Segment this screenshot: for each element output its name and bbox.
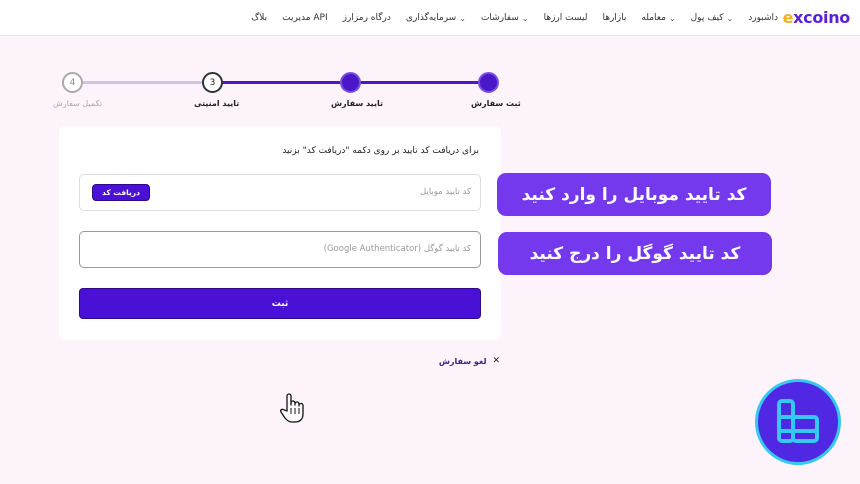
step-circle-complete-order: 4 [62, 72, 83, 93]
mobile-code-placeholder: کد تایید موبایل [420, 187, 471, 197]
mobile-code-field[interactable]: کد تایید موبایل دریافت کد [79, 174, 481, 211]
nav-item-label: بلاگ [251, 13, 268, 23]
step-circle-confirm-order [340, 72, 361, 93]
excoino-logo[interactable]: excoino [783, 8, 851, 27]
step-label-confirm-order: تایید سفارش [331, 99, 383, 108]
nav-item-wallet[interactable]: کیف پول ⌄ [691, 13, 734, 23]
nav-item-dashboard[interactable]: داشبورد [748, 13, 778, 23]
hand-pointer-icon [280, 393, 304, 423]
nav-item-investment[interactable]: سرمایه‌گذاری ⌄ [406, 13, 466, 23]
nav-item-blog[interactable]: بلاگ [251, 13, 267, 23]
cancel-order-label: لغو سفارش [438, 356, 487, 366]
nav-item-label: لیست ارزها [543, 13, 588, 23]
step-label-complete-order: تکمیل سفارش [53, 99, 103, 108]
callout-enter-google-code: کد تایید گوگل را درج کنید [498, 232, 772, 275]
nav-item-label: داشبورد [748, 13, 778, 23]
submit-button[interactable]: ثبت [79, 288, 481, 319]
callout-enter-mobile-code: کد تایید موبایل را وارد کنید [497, 173, 771, 216]
nav-item-orders[interactable]: سفارشات ⌄ [481, 13, 529, 23]
chevron-down-icon: ⌄ [459, 13, 466, 23]
nav-item-label: کیف پول [690, 13, 724, 23]
step-label-security-verification: تایید امنیتی [194, 99, 240, 108]
nav-item-label: سفارشات [480, 13, 519, 23]
step-label-submit-order: ثبت سفارش [471, 99, 521, 108]
chevron-down-icon: ⌄ [521, 13, 529, 23]
google-auth-code-field[interactable]: کد تایید گوگل (Google Authenticator) [79, 231, 481, 268]
chevron-down-icon: ⌄ [726, 13, 734, 23]
nav-item-trade[interactable]: معامله ⌄ [641, 13, 675, 23]
stepper-track-pending [72, 81, 212, 84]
main-nav: داشبورد کیف پول ⌄ معامله ⌄ بازارها لیست ار… [251, 0, 778, 36]
close-icon: ✕ [492, 356, 500, 366]
nav-item-label: سرمایه‌گذاری [405, 13, 457, 23]
nav-item-api-management[interactable]: مدیریت API [282, 13, 327, 23]
nav-item-label: بازارها [602, 13, 627, 23]
verification-card: برای دریافت کد تایید بر روی دکمه "دریافت… [59, 126, 501, 340]
channel-logo-badge [755, 379, 841, 465]
chevron-down-icon: ⌄ [668, 13, 676, 23]
get-code-button[interactable]: دریافت کد [92, 184, 150, 201]
step-circle-submit-order [478, 72, 499, 93]
nav-item-markets[interactable]: بازارها [602, 13, 626, 23]
order-stepper: ثبت سفارش تایید سفارش 3 تایید امنیتی 4 ت… [50, 70, 521, 110]
tradingfinder-logo-icon [777, 399, 819, 443]
instruction-text: برای دریافت کد تایید بر روی دکمه "دریافت… [282, 146, 479, 156]
cancel-order-link[interactable]: لغو سفارش ✕ [439, 356, 500, 366]
nav-item-label: درگاه رمزارز [342, 13, 391, 23]
top-navbar: excoino داشبورد کیف پول ⌄ معامله ⌄ بازارها… [0, 0, 860, 36]
step-circle-security-verification: 3 [202, 72, 223, 93]
nav-item-label: مدیریت API [282, 13, 328, 23]
google-auth-placeholder: کد تایید گوگل (Google Authenticator) [323, 244, 471, 254]
nav-item-crypto-gateway[interactable]: درگاه رمزارز [343, 13, 391, 23]
nav-item-label: معامله [641, 13, 666, 23]
nav-item-currency-list[interactable]: لیست ارزها [544, 13, 588, 23]
